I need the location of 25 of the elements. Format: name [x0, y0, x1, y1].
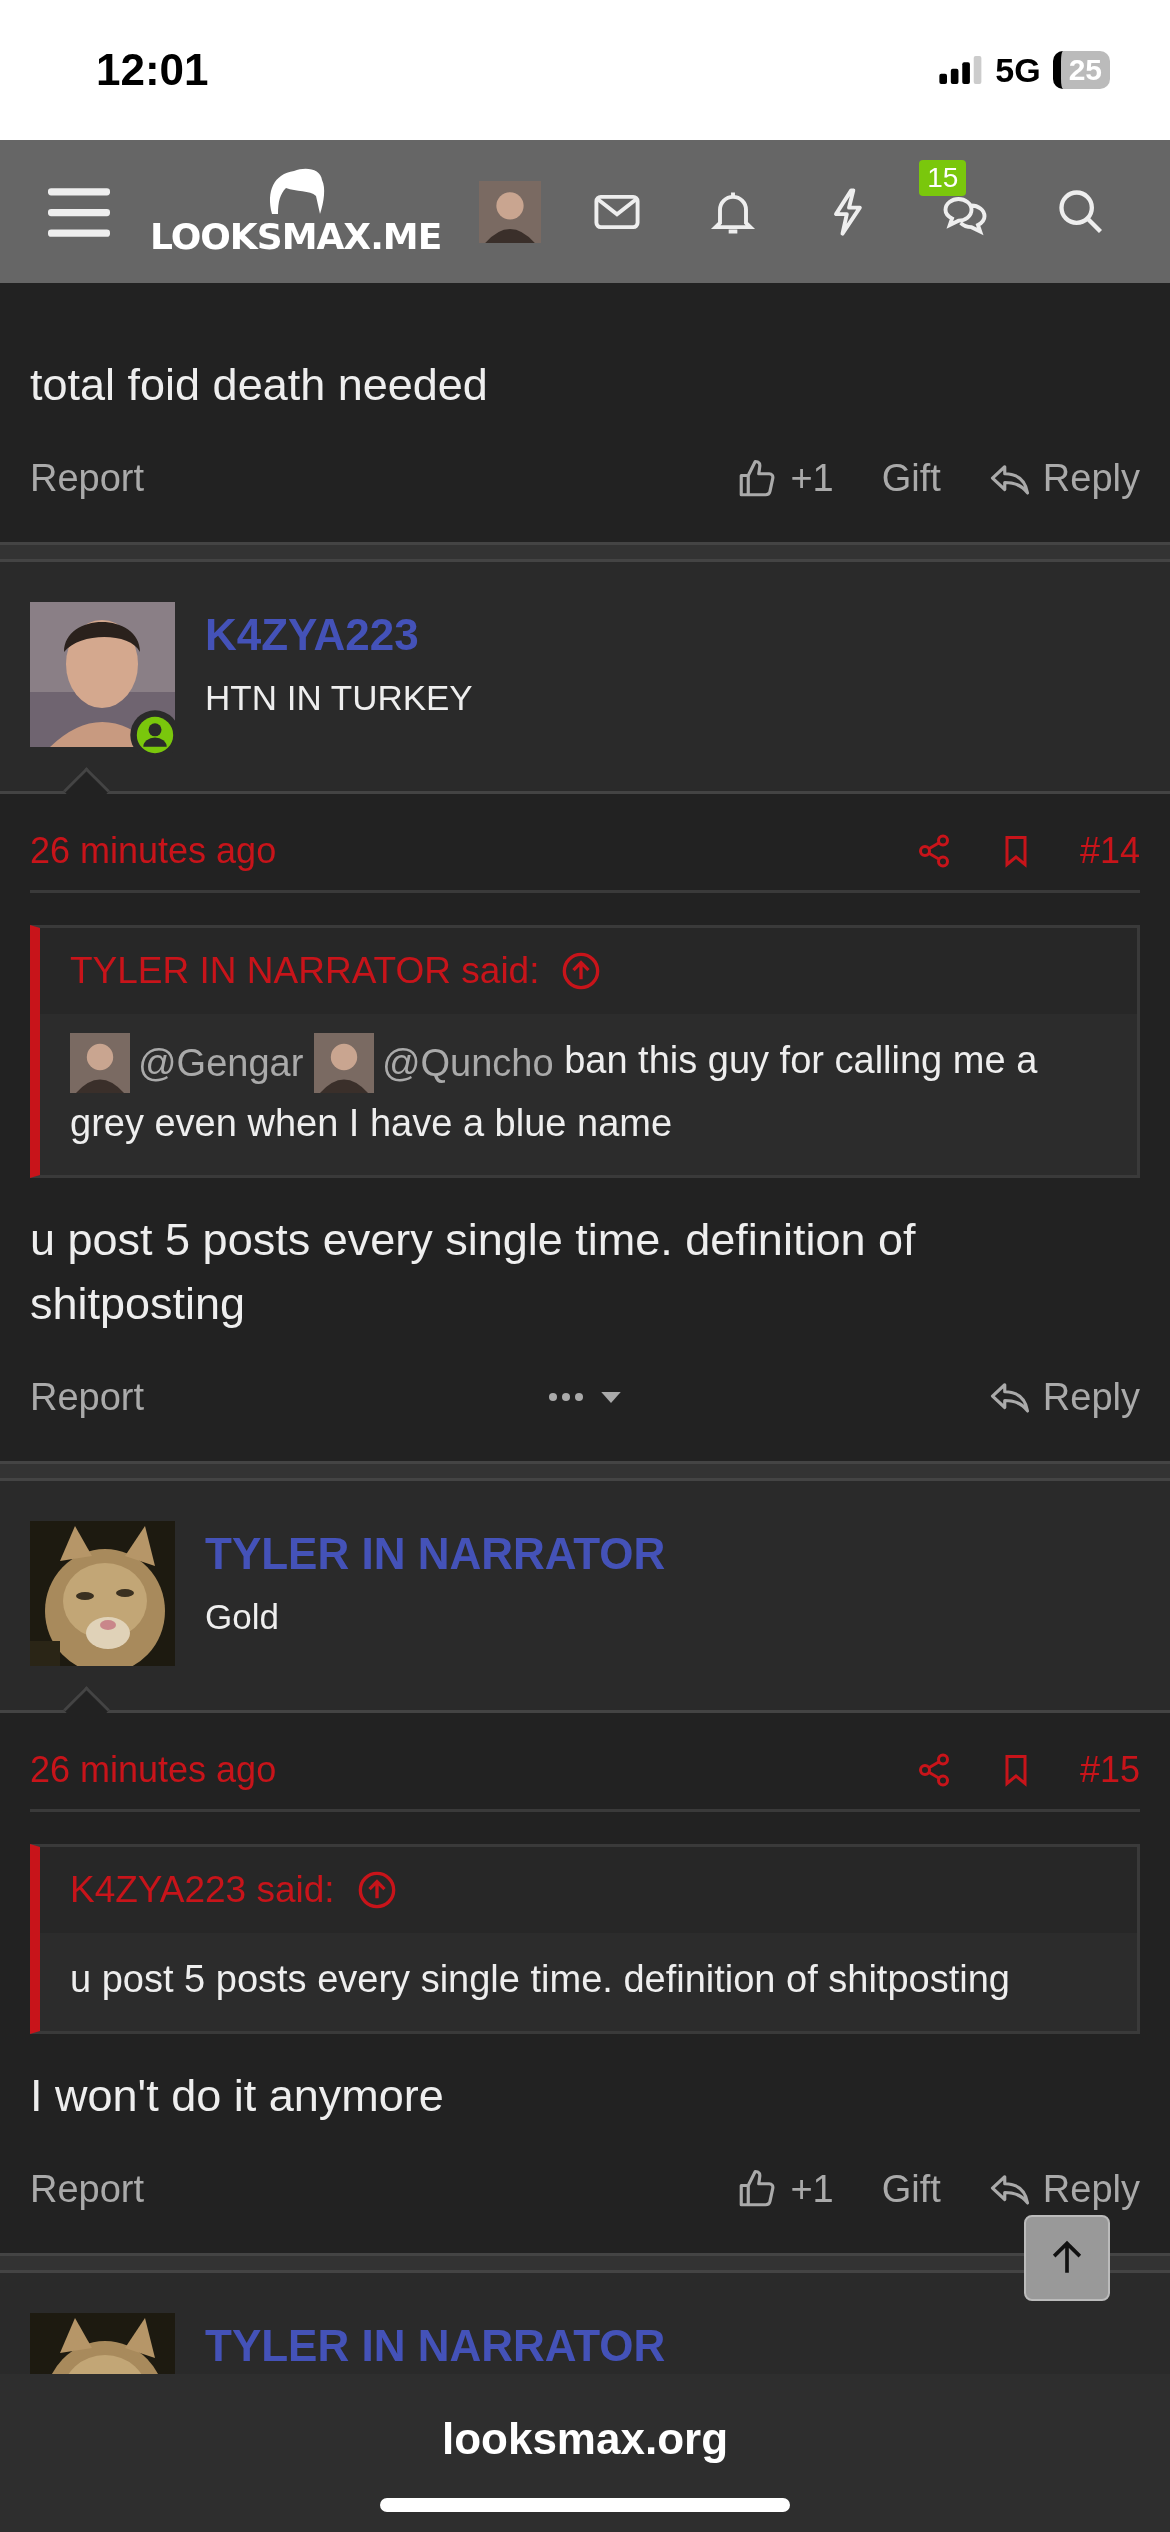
battery-indicator: 25	[1052, 51, 1110, 89]
post-text: total foid death needed	[29, 358, 489, 412]
report-button[interactable]: Report	[30, 1375, 145, 1419]
user-title: HTN IN TURKEY	[205, 678, 473, 718]
report-button[interactable]: Report	[30, 2167, 145, 2211]
user-title: Gold	[205, 1596, 280, 1637]
like-button[interactable]: +1	[736, 457, 834, 500]
gift-button[interactable]: Gift	[881, 2167, 941, 2211]
mention-link[interactable]: @Quncho	[313, 1032, 554, 1093]
logo-text[interactable]: LOOKSMAX.ME	[150, 216, 442, 257]
clock: 12:01	[96, 45, 209, 95]
post-text: I won't do it anymore	[29, 2068, 445, 2123]
quote-text: @Gengar @Quncho ban this guy for calling me a grey even when I have a blue name	[40, 1014, 1137, 1175]
notification-badge: 15	[919, 159, 967, 196]
mention-link[interactable]: @Gengar	[70, 1032, 304, 1093]
reply-button[interactable]: Reply	[988, 1375, 1140, 1419]
reply-button[interactable]: Reply	[988, 2167, 1140, 2211]
report-button[interactable]: Report	[30, 457, 145, 500]
url-text[interactable]: looksmax.org	[441, 2414, 729, 2464]
quote-text: u post 5 posts every single time. definition of shitposting	[69, 1956, 1011, 2002]
post-text: u post 5 posts every single time. definition of shitposting	[29, 1212, 917, 1331]
reply-button[interactable]: Reply	[988, 457, 1140, 500]
like-button[interactable]: +1	[736, 2167, 834, 2211]
gift-button[interactable]: Gift	[881, 457, 941, 500]
network-label: 5G	[995, 50, 1041, 90]
